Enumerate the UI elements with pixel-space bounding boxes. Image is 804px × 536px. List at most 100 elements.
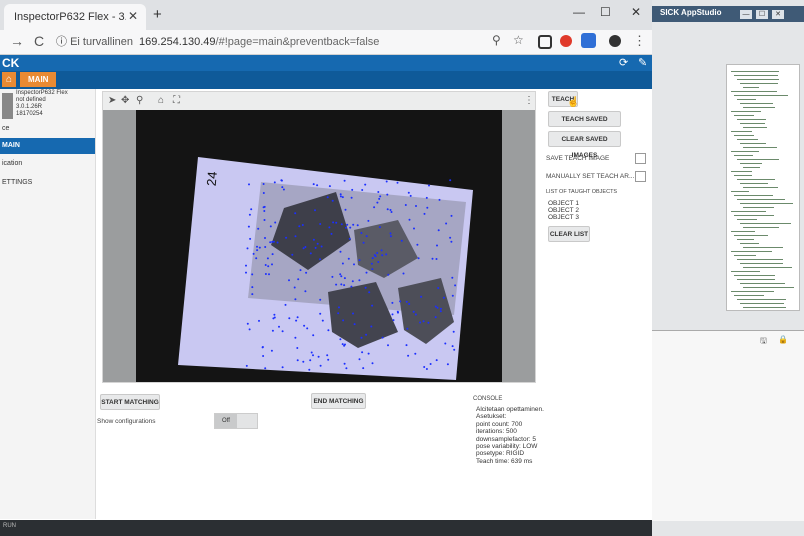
zoom-tool-icon[interactable]: ⚲ — [136, 95, 143, 106]
keypoint — [351, 188, 354, 191]
image-viewer: ➤ ✥ ⚲ ⌂ ⛶ ⋮ 24 — [102, 91, 536, 383]
keypoint — [376, 201, 379, 204]
show-configurations-label: Show configurations — [97, 418, 156, 425]
keypoint — [269, 241, 272, 244]
device-name: InspectorP632 Flex — [16, 90, 68, 96]
code-line — [737, 259, 783, 260]
device-serial: 18170254 — [16, 111, 43, 117]
edit-icon[interactable]: ✎ — [638, 56, 647, 69]
keypoint — [261, 346, 264, 349]
keypoint — [438, 198, 441, 201]
profile-avatar[interactable] — [609, 35, 621, 47]
lock-icon[interactable]: 🔒 — [778, 335, 788, 344]
list-item[interactable]: OBJECT 2 — [548, 207, 579, 214]
keypoint — [308, 368, 311, 371]
keypoint — [445, 222, 448, 225]
zoom-icon[interactable]: ⚲ — [492, 33, 501, 47]
keypoint — [362, 367, 365, 370]
url-field[interactable]: ⓘ Ei turvallinen 169.254.130.49/#!page=ma… — [56, 32, 526, 52]
keypoint — [434, 316, 437, 319]
close-window-button[interactable]: ✕ — [631, 5, 641, 19]
keypoint — [273, 313, 276, 316]
keypoint — [350, 196, 353, 199]
console-output: Alcitetaan opettaminen. Asetukset: point… — [476, 406, 544, 465]
keypoint — [378, 226, 381, 229]
keypoint — [319, 258, 321, 261]
star-icon[interactable]: ☆ — [513, 33, 524, 47]
start-matching-button[interactable]: START MATCHING — [100, 394, 160, 410]
fit-view-icon[interactable]: ⛶ — [173, 95, 180, 106]
keypoint — [343, 277, 346, 280]
ide-minimize-button[interactable]: — — [740, 10, 752, 19]
keypoint — [249, 237, 252, 240]
browser-tab[interactable]: InspectorP632 Flex - 3.0.1.26R (n ✕ — [4, 4, 146, 30]
breadcrumb-main[interactable]: MAIN — [20, 72, 57, 87]
code-line — [740, 163, 762, 164]
end-matching-button[interactable]: END MATCHING — [311, 393, 366, 409]
pointer-tool-icon[interactable]: ➤ — [108, 95, 116, 106]
opera-extension-icon[interactable] — [560, 35, 572, 47]
camera-image[interactable]: 24 — [136, 110, 502, 382]
keypoint — [252, 252, 255, 255]
url-host: 169.254.130.49 — [139, 36, 216, 48]
code-line — [740, 103, 773, 104]
keypoint — [420, 295, 423, 298]
keypoint — [385, 180, 388, 183]
sidebar-item-application[interactable]: ication — [0, 156, 95, 172]
keypoint — [414, 313, 417, 316]
keypoint — [296, 347, 299, 349]
manually-set-teach-area-checkbox[interactable] — [635, 171, 646, 182]
keypoint — [364, 183, 367, 186]
pan-tool-icon[interactable]: ✥ — [121, 95, 129, 106]
code-line — [743, 267, 792, 268]
code-line — [734, 135, 754, 136]
keypoint — [246, 247, 249, 250]
keypoint — [413, 227, 415, 230]
sidebar-item-device[interactable]: ce — [0, 121, 95, 137]
keypoint — [319, 364, 322, 367]
save-icon[interactable]: 🖫 — [760, 335, 767, 349]
keypoint — [302, 247, 305, 250]
menu-icon[interactable]: ⋮ — [633, 33, 646, 49]
keypoint — [302, 360, 305, 363]
sidebar-item-settings[interactable]: ETTINGS — [0, 175, 95, 191]
new-tab-button[interactable]: + — [153, 6, 162, 23]
save-teach-image-checkbox[interactable] — [635, 153, 646, 164]
keypoint — [377, 191, 380, 193]
teach-saved-images-button[interactable]: TEACH SAVED IMAGES — [548, 111, 621, 139]
keypoint — [250, 208, 253, 211]
extension-icon[interactable] — [581, 33, 596, 48]
maximize-button[interactable]: ☐ — [600, 5, 611, 19]
list-item[interactable]: OBJECT 3 — [548, 214, 579, 221]
home-view-icon[interactable]: ⌂ — [158, 95, 164, 106]
close-tab-icon[interactable]: ✕ — [128, 9, 138, 23]
ide-close-button[interactable]: ✕ — [772, 10, 784, 19]
console-title: CONSOLE — [473, 396, 503, 402]
ide-maximize-button[interactable]: ☐ — [756, 10, 768, 19]
list-item[interactable]: OBJECT 1 — [548, 200, 579, 207]
keypoint — [339, 273, 342, 276]
keypoint — [293, 286, 296, 289]
keypoint — [273, 316, 276, 319]
code-line — [740, 83, 778, 84]
reload-button[interactable]: C — [34, 33, 44, 49]
clear-list-button[interactable]: CLEAR LIST — [548, 226, 590, 242]
sidebar-item-main[interactable]: MAIN — [0, 138, 95, 154]
keypoint — [340, 275, 343, 278]
keypoint — [314, 209, 316, 212]
show-configurations-toggle[interactable]: Off — [214, 413, 258, 429]
clear-saved-images-button[interactable]: CLEAR SAVED IMAGES — [548, 131, 621, 159]
keypoint — [453, 348, 456, 351]
minimize-button[interactable]: — — [573, 5, 585, 19]
viewer-menu-icon[interactable]: ⋮ — [524, 95, 534, 106]
refresh-icon[interactable]: ⟳ — [619, 56, 628, 69]
code-editor-pane[interactable] — [726, 64, 800, 311]
keypoint — [340, 223, 343, 226]
cast-icon[interactable] — [538, 35, 552, 49]
keypoint — [373, 206, 376, 209]
home-icon[interactable]: ⌂ — [2, 72, 16, 87]
keypoint — [268, 273, 270, 276]
code-line — [731, 211, 766, 212]
code-line — [731, 151, 759, 152]
back-button[interactable]: → — [10, 33, 24, 49]
